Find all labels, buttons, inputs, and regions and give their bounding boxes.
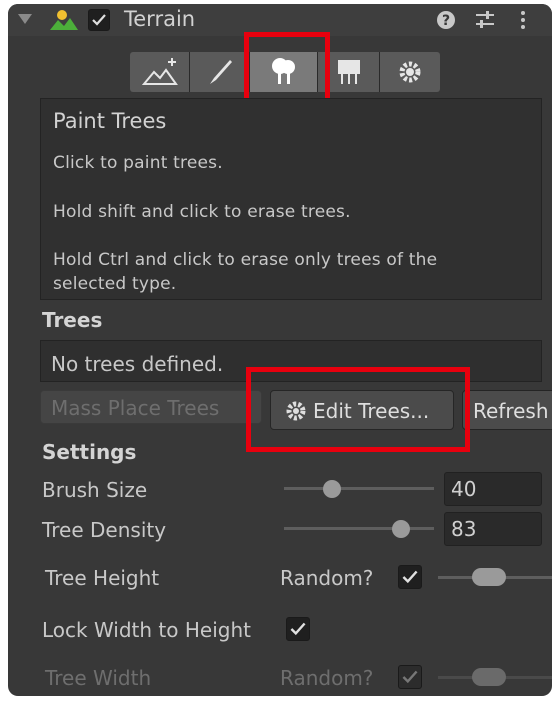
tree-width-random-label: Random? [280,666,374,690]
tree-density-label: Tree Density [42,518,167,542]
no-trees-message: No trees defined. [51,352,224,376]
tree-height-range-thumb[interactable] [472,568,506,586]
svg-text:?: ? [442,13,450,29]
raise-terrain-tool[interactable] [130,52,190,92]
tree-height-random-checkbox[interactable] [398,565,422,589]
gear-icon [399,61,421,83]
help-title: Paint Trees [53,109,167,133]
foldout-arrow-icon[interactable] [18,14,32,24]
tree-width-range-thumb [472,668,506,686]
refresh-button[interactable]: Refresh [462,390,552,430]
brush-icon [210,60,232,84]
brush-size-field[interactable]: 40 [444,472,542,506]
component-title: Terrain [124,7,196,31]
lock-width-label: Lock Width to Height [42,618,251,642]
help-line-1: Click to paint trees. [53,153,223,173]
tree-height-label: Tree Height [45,566,160,590]
component-enabled-checkbox[interactable] [88,9,110,31]
highlight-box-tree-tool [244,32,330,104]
trees-heading: Trees [42,308,103,332]
highlight-box-edit-trees [246,367,470,452]
lock-width-checkbox[interactable] [286,617,310,641]
tree-density-slider-thumb[interactable] [392,520,410,538]
tree-density-slider-track[interactable] [284,527,434,530]
brush-size-label: Brush Size [42,478,148,502]
brush-size-slider-thumb[interactable] [323,480,341,498]
help-line-2: Hold shift and click to erase trees. [53,202,351,222]
help-line-3: Hold Ctrl and click to erase only trees … [53,250,438,270]
help-box: Paint Trees Click to paint trees. Hold s… [40,98,542,300]
refresh-label: Refresh [473,399,549,423]
paint-texture-tool[interactable] [190,52,250,92]
brush-size-slider-track[interactable] [284,487,434,490]
settings-heading: Settings [42,440,137,464]
tree-width-label: Tree Width [45,666,152,690]
presets-icon[interactable] [474,10,496,30]
terrain-component-icon [50,10,78,30]
mass-place-trees-button[interactable]: Mass Place Trees [40,390,262,424]
tree-width-random-checkbox [398,665,422,689]
tree-height-random-label: Random? [280,566,374,590]
kebab-menu-icon[interactable] [518,10,528,30]
settings-tool[interactable] [380,52,440,92]
help-line-4: selected type. [53,274,177,294]
terrain-inspector-panel: Terrain ? Paint Trees Click to paint tre… [8,4,552,696]
help-icon[interactable]: ? [436,10,456,30]
mountain-plus-icon [141,58,178,85]
tree-density-field[interactable]: 83 [444,512,542,546]
mass-place-trees-label: Mass Place Trees [51,396,220,420]
